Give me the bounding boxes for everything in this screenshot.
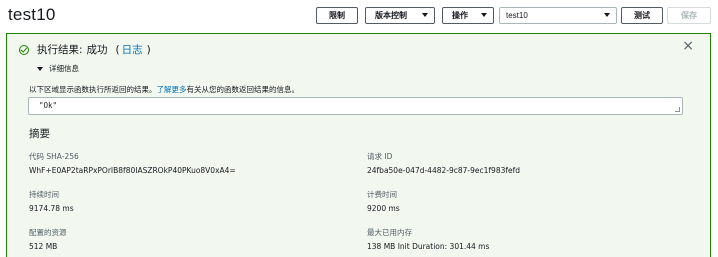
- code-sha-label: 代码 SHA-256: [29, 152, 79, 161]
- result-output-value: "Ok": [39, 101, 58, 110]
- summary-title: 摘要: [29, 128, 50, 140]
- caret-down-icon: [481, 13, 487, 17]
- max-memory-value: 138 MB Init Duration: 301.44 ms: [367, 242, 490, 251]
- execution-result-panel: 执行结果: 成功 ( 日志 ) × 详细信息 以下区域显示函数执行所返回的结果。…: [6, 33, 711, 257]
- save-button[interactable]: 保存: [667, 7, 711, 24]
- result-title: 执行结果:: [37, 44, 83, 56]
- close-paren: ): [146, 43, 151, 56]
- max-memory-label: 最大已用内存: [367, 228, 412, 237]
- versions-dropdown-button[interactable]: 版本控制: [365, 7, 435, 24]
- versions-label: 版本控制: [375, 11, 407, 20]
- top-bar: test10 限制 版本控制 操作 test10 测试 保存: [0, 0, 718, 32]
- caret-down-icon: [604, 13, 610, 17]
- test-event-select[interactable]: test10: [499, 7, 617, 24]
- request-id-label: 请求 ID: [367, 152, 393, 161]
- close-icon[interactable]: ×: [682, 39, 694, 53]
- actions-label: 操作: [452, 11, 468, 20]
- billed-duration-label: 计费时间: [367, 190, 397, 199]
- resources-value: 512 MB: [29, 242, 58, 251]
- duration-value: 9174.78 ms: [29, 204, 74, 213]
- test-button[interactable]: 测试: [621, 7, 663, 24]
- resize-grip-icon[interactable]: [675, 107, 680, 112]
- details-label: 详细信息: [49, 64, 79, 73]
- code-sha-value: WhF+E0AP2taRPxPOrIB8f80IASZROkP40PKuo8V0…: [29, 166, 236, 175]
- request-id-value: 24fba50e-047d-4482-9c87-9ec1f983fefd: [367, 166, 521, 175]
- logs-link[interactable]: 日志: [122, 42, 143, 57]
- description-prefix: 以下区域显示函数执行所返回的结果。: [29, 85, 157, 94]
- result-output-box[interactable]: "Ok": [28, 97, 683, 115]
- caret-down-icon: [422, 13, 428, 17]
- success-check-icon: [19, 44, 29, 55]
- actions-dropdown-button[interactable]: 操作: [442, 7, 494, 24]
- test-event-value: test10: [506, 11, 528, 20]
- expand-triangle-icon: [37, 66, 43, 71]
- result-description: 以下区域显示函数执行所返回的结果。了解更多有关从您的函数返回结果的信息。: [29, 84, 299, 95]
- result-header: 执行结果: 成功 ( 日志 ): [19, 42, 151, 57]
- open-paren: (: [115, 43, 120, 56]
- duration-label: 持续时间: [29, 190, 59, 199]
- billed-duration-value: 9200 ms: [367, 204, 400, 213]
- function-title: test10: [8, 5, 56, 24]
- result-status: 成功: [86, 44, 108, 56]
- throttle-button[interactable]: 限制: [316, 7, 358, 24]
- description-suffix: 有关从您的函数返回结果的信息。: [186, 85, 300, 94]
- details-toggle[interactable]: 详细信息: [37, 63, 79, 74]
- learn-more-link[interactable]: 了解更多: [157, 85, 187, 94]
- resources-label: 配置的资源: [29, 228, 67, 237]
